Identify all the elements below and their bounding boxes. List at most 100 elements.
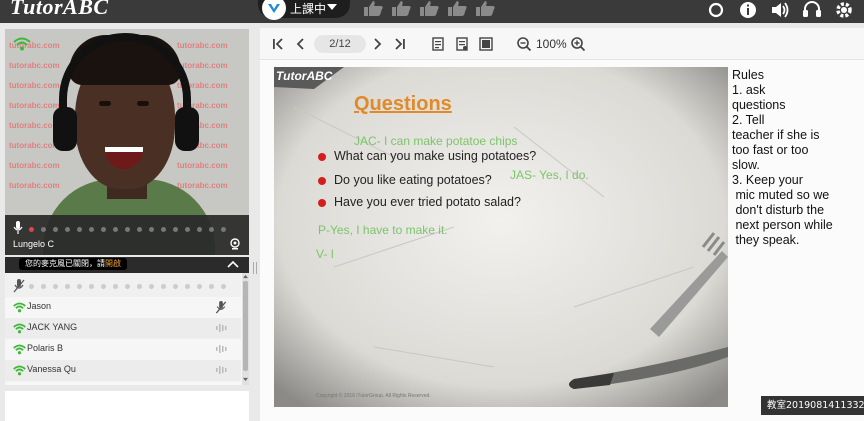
rules-line: next person while xyxy=(732,218,833,232)
thumbs-up-icon[interactable] xyxy=(362,0,384,16)
document-viewer: 2/12 100% TutorABC Questions JAC- I can … xyxy=(260,28,864,421)
viewer-toolbar: 2/12 100% xyxy=(260,28,864,60)
document-icon[interactable] xyxy=(430,36,446,52)
mic-level-dot xyxy=(221,227,226,232)
bullet-point xyxy=(318,177,326,185)
mic-level-dot xyxy=(209,284,214,289)
app-logo: TutorABC xyxy=(10,0,109,19)
bg-watermark: tutorabc.com xyxy=(9,181,60,190)
thumbs-up-icon[interactable] xyxy=(474,0,496,16)
classroom-code: 教室2019081411332349 xyxy=(761,396,864,415)
thumbs-up-icon[interactable] xyxy=(418,0,440,16)
wifi-signal-icon xyxy=(13,344,26,355)
wifi-signal-icon xyxy=(13,323,26,334)
rules-line: 2. Tell xyxy=(732,113,765,127)
video-control-bar: Lungelo C xyxy=(5,215,249,255)
teacher-eye xyxy=(137,101,149,106)
mic-notice: 您的麥克風已關閉，請開啟 xyxy=(19,258,127,270)
camera-icon[interactable] xyxy=(229,238,241,250)
status-label: 上課中 xyxy=(290,2,327,16)
wifi-signal-icon xyxy=(13,37,31,51)
first-page-icon[interactable] xyxy=(270,36,286,52)
bg-watermark: tutorabc.com xyxy=(9,61,60,70)
mic-level-dot xyxy=(77,284,82,289)
refresh-icon[interactable] xyxy=(706,0,726,20)
document-list-icon[interactable] xyxy=(454,36,470,52)
microphone-icon[interactable] xyxy=(13,221,23,235)
rules-line: Rules xyxy=(732,68,764,82)
mic-level-dot xyxy=(101,284,106,289)
mic-level-dot xyxy=(65,227,70,232)
participant-row[interactable]: Polaris B xyxy=(5,339,241,360)
top-bar: TutorABC 上課中 xyxy=(0,0,864,23)
info-icon[interactable] xyxy=(738,0,758,20)
teacher-eye xyxy=(99,101,111,106)
top-right-icons xyxy=(706,0,854,20)
zoom-in-icon[interactable] xyxy=(570,36,586,52)
prev-page-icon[interactable] xyxy=(292,36,308,52)
scroll-down-icon[interactable] xyxy=(243,377,248,382)
headset-icon[interactable] xyxy=(802,0,822,20)
annotation-jas: JAS- Yes, I do. xyxy=(510,168,589,182)
teacher-name: Lungelo C xyxy=(13,239,55,249)
scroll-thumb[interactable] xyxy=(243,281,248,371)
wifi-signal-icon xyxy=(13,302,26,313)
bg-watermark: tutorabc.com xyxy=(177,161,228,170)
participant-scrollbar[interactable] xyxy=(242,273,249,385)
wifi-signal-icon xyxy=(13,365,26,376)
scroll-up-icon[interactable] xyxy=(243,274,248,279)
audio-level-icon xyxy=(216,366,227,374)
participant-name: JACK YANG xyxy=(27,322,78,332)
panel-splitter-handle[interactable] xyxy=(253,262,257,274)
mic-level-dot xyxy=(221,284,226,289)
mic-level-dot xyxy=(53,284,58,289)
participant-row[interactable]: Jason xyxy=(5,297,241,318)
lesson-slide[interactable]: TutorABC Questions JAC- I can make potat… xyxy=(274,67,728,407)
chevron-down-icon[interactable] xyxy=(326,2,338,12)
mic-level-dot xyxy=(149,284,154,289)
next-page-icon[interactable] xyxy=(370,36,386,52)
mic-notice-bar: 您的麥克風已關閉，請開啟 xyxy=(5,257,249,273)
bullet-point xyxy=(318,199,326,207)
bg-watermark: tutorabc.com xyxy=(177,41,228,50)
slide-copyright: Copyright © 2016 iTutorGroup. All Rights… xyxy=(316,393,431,399)
mic-level-dot xyxy=(173,227,178,232)
mic-level-dot xyxy=(113,227,118,232)
teacher-video: tutorabc.com tutorabc.com tutorabc.com t… xyxy=(5,29,249,255)
speaker-icon[interactable] xyxy=(770,0,790,20)
mic-level-dot xyxy=(41,227,46,232)
self-mic-row xyxy=(5,273,241,297)
headphone-left xyxy=(53,107,77,151)
mic-level-dot xyxy=(197,227,202,232)
mic-level-dot xyxy=(137,284,142,289)
question-3: Have you ever tried potato salad? xyxy=(334,195,521,209)
participant-name: Polaris B xyxy=(27,343,64,353)
mic-level-dot xyxy=(161,227,166,232)
headphone-right xyxy=(175,107,199,151)
mic-level-dot xyxy=(209,227,214,232)
zoom-out-icon[interactable] xyxy=(516,36,532,52)
slide-background xyxy=(274,67,728,407)
thumbs-up-icon[interactable] xyxy=(446,0,468,16)
enable-mic-link[interactable]: 開啟 xyxy=(105,259,121,268)
chevron-up-icon[interactable] xyxy=(227,260,239,268)
gear-icon[interactable] xyxy=(834,0,854,20)
participant-row[interactable]: Vanessa Qu xyxy=(5,360,241,381)
mic-level-dot xyxy=(185,284,190,289)
mic-level-dot xyxy=(137,227,142,232)
rules-line: mic muted so we xyxy=(732,188,830,202)
zoom-level: 100% xyxy=(536,37,567,51)
page-indicator[interactable]: 2/12 xyxy=(314,35,366,53)
mic-muted-icon[interactable] xyxy=(13,279,25,293)
thumbs-up-icon[interactable] xyxy=(390,0,412,16)
mic-level-meter xyxy=(29,227,226,232)
mic-level-dot xyxy=(89,227,94,232)
mic-level-dot xyxy=(77,227,82,232)
slide-title: Questions xyxy=(354,93,452,115)
bullet-point xyxy=(318,153,326,161)
bg-watermark: tutorabc.com xyxy=(9,81,60,90)
last-page-icon[interactable] xyxy=(392,36,408,52)
rules-line: slow. xyxy=(732,158,760,172)
image-icon[interactable] xyxy=(478,36,494,52)
participant-row[interactable]: JACK YANG xyxy=(5,318,241,339)
